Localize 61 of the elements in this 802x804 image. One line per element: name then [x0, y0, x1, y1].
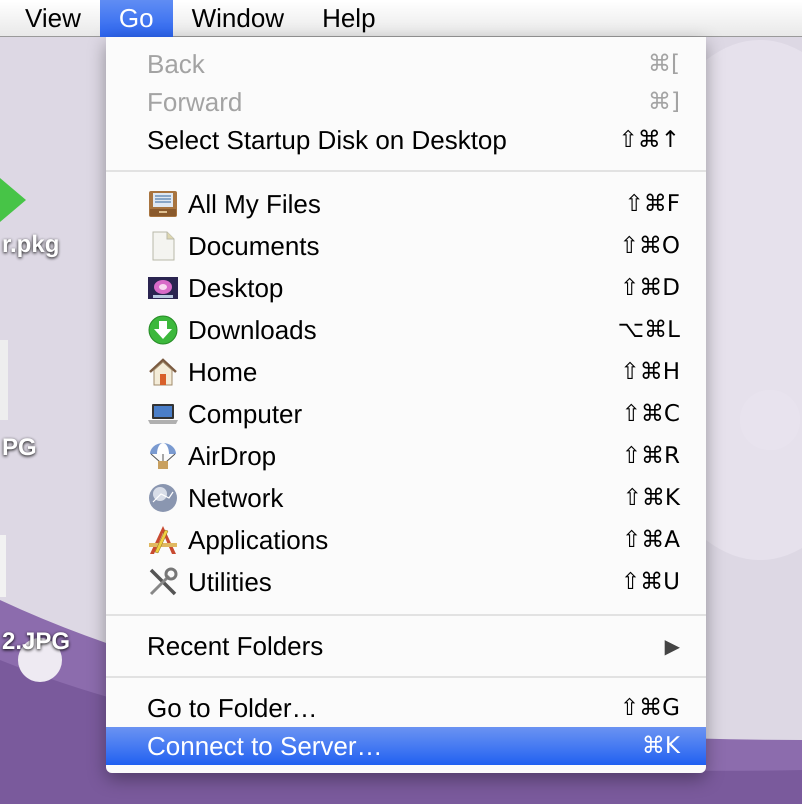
menu-item-label: Recent Folders — [147, 630, 324, 662]
menu-item-label: Desktop — [188, 272, 284, 304]
menu-item[interactable]: Desktop ⇧⌘D — [106, 267, 706, 309]
package-icon — [0, 178, 26, 222]
desktop-icon-label: r.pkg — [2, 230, 60, 260]
parachute-icon — [147, 440, 179, 472]
submenu-arrow: ▶ — [664, 633, 680, 660]
menu-item-label: Documents — [188, 230, 320, 262]
pencil-ruler-icon — [147, 524, 179, 556]
shortcut: ⇧⌘D — [620, 274, 680, 303]
shortcut: ⇧⌘K — [622, 484, 680, 513]
menu-item[interactable]: AirDrop ⇧⌘R — [106, 435, 706, 477]
menu-item[interactable]: Computer ⇧⌘C — [106, 393, 706, 435]
menu-item-label: Applications — [188, 524, 328, 556]
desktop-icon-label: 2.JPG — [2, 627, 70, 657]
shortcut: ⇧⌘↑ — [618, 126, 680, 155]
menu-item-label: Select Startup Disk on Desktop — [147, 124, 507, 156]
shortcut: ⇧⌘U — [620, 568, 680, 597]
shortcut: ⇧⌘H — [620, 358, 680, 387]
tools-icon — [147, 566, 179, 598]
shortcut: ⇧⌘A — [622, 526, 680, 555]
menu-item-label: Connect to Server… — [147, 730, 383, 762]
menu-item[interactable]: Home ⇧⌘H — [106, 351, 706, 393]
menu-item[interactable]: Select Startup Disk on Desktop ⇧⌘↑ — [106, 121, 706, 159]
globe-icon — [147, 482, 179, 514]
menu-item[interactable]: Connect to Server… ⌘K — [106, 727, 706, 765]
menu-item[interactable]: Utilities ⇧⌘U — [106, 561, 706, 603]
shortcut: ⇧⌘O — [620, 232, 680, 261]
menu-item[interactable]: Documents ⇧⌘O — [106, 225, 706, 267]
shortcut: ⇧⌘C — [622, 400, 680, 429]
desktop-icon-label: PG — [2, 433, 37, 463]
shortcut: ⇧⌘G — [620, 694, 680, 723]
shortcut: ⌘K — [642, 732, 680, 761]
shortcut: ⌘[ — [648, 50, 680, 79]
menu-item-label: Network — [188, 482, 284, 514]
menu-item[interactable]: Go to Folder… ⇧⌘G — [106, 689, 706, 727]
shortcut: ⇧⌘F — [624, 190, 680, 219]
menu-item[interactable]: Applications ⇧⌘A — [106, 519, 706, 561]
shortcut: ⇧⌘R — [622, 442, 680, 471]
menu-bar-item[interactable]: Go — [100, 0, 173, 37]
menu-item-label: Computer — [188, 398, 302, 430]
shortcut: ⌘] — [648, 88, 680, 117]
menu-item-label: Forward — [147, 86, 242, 118]
shortcut: ⌥⌘L — [618, 316, 680, 345]
menu-item-label: Go to Folder… — [147, 692, 318, 724]
house-icon — [147, 356, 179, 388]
menu-item-label: Back — [147, 48, 205, 80]
menu-bar-item[interactable]: View — [6, 0, 100, 37]
menu-item-label: Home — [188, 356, 258, 388]
menu-item-label: All My Files — [188, 188, 321, 220]
menu-bar-item[interactable]: Help — [303, 0, 395, 37]
menu-item[interactable]: Downloads ⌥⌘L — [106, 309, 706, 351]
menu-bar-item[interactable]: Window — [172, 0, 304, 37]
menu-item[interactable]: All My Files ⇧⌘F — [106, 183, 706, 225]
menu-item[interactable]: Network ⇧⌘K — [106, 477, 706, 519]
download-icon — [147, 314, 179, 346]
menu-item-label: AirDrop — [188, 440, 276, 472]
menu-item-label: Utilities — [188, 566, 272, 598]
drawer-icon — [147, 188, 179, 220]
menu-item-label: Downloads — [188, 314, 317, 346]
menu-item[interactable]: Recent Folders ▶ — [106, 627, 706, 665]
